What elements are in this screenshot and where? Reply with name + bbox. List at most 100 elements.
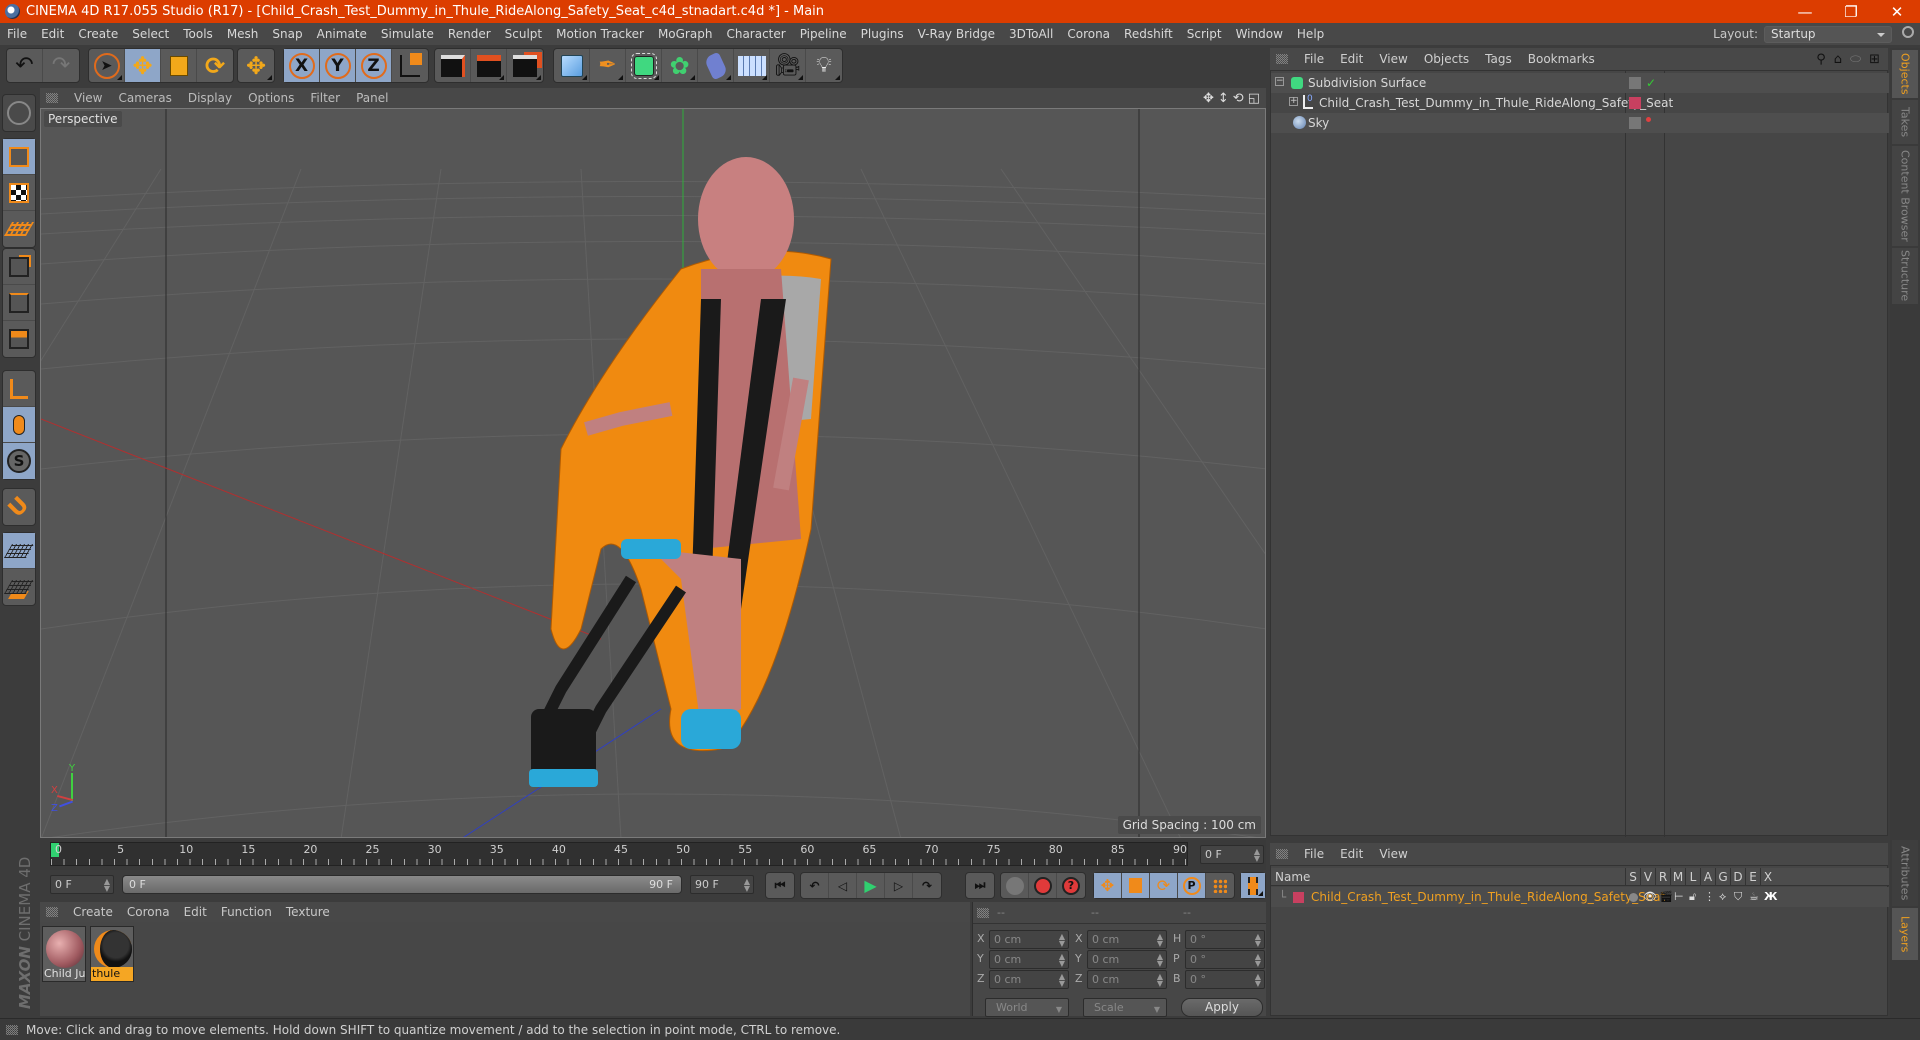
dolly-view-icon[interactable]: ↕	[1218, 91, 1229, 106]
texture-mode-button[interactable]	[3, 175, 35, 211]
object-menu-file[interactable]: File	[1296, 52, 1332, 66]
orbit-view-icon[interactable]: ⟲	[1233, 91, 1244, 106]
key-parameter-button[interactable]: P	[1178, 873, 1206, 898]
coordinate-field[interactable]: 0 cm ▲ ▼	[1087, 950, 1167, 969]
snap-button[interactable]: U	[3, 489, 35, 525]
spinner-icon[interactable]: ▲ ▼	[1255, 953, 1261, 968]
coordinate-field[interactable]: 0 cm ▲ ▼	[1087, 970, 1167, 989]
restore-button[interactable]: ❐	[1828, 0, 1874, 23]
solo-dot-icon[interactable]	[1629, 893, 1638, 902]
menu-redshift[interactable]: Redshift	[1117, 27, 1180, 41]
tab-objects[interactable]: Objects	[1892, 50, 1918, 98]
coordinate-field[interactable]: 0 cm ▲ ▼	[989, 950, 1069, 969]
edges-mode-button[interactable]	[3, 285, 35, 321]
light-button[interactable]: 💡︎	[806, 49, 842, 82]
coordinate-mode-dropdown[interactable]: Scale ▼	[1083, 998, 1167, 1017]
eye-toggle-icon[interactable]: ⬭	[1850, 52, 1861, 67]
floor-button[interactable]	[734, 49, 770, 82]
toggle-layout-icon[interactable]: ◱	[1248, 91, 1260, 106]
next-frame-button[interactable]: ▷	[885, 873, 913, 898]
menu-render[interactable]: Render	[441, 27, 498, 41]
layer-row[interactable]: └ Child_Crash_Test_Dummy_in_Thule_RideAl…	[1271, 887, 1889, 907]
menu-file[interactable]: File	[0, 27, 34, 41]
object-menu-view[interactable]: View	[1371, 52, 1415, 66]
column-deformers[interactable]: D	[1730, 868, 1745, 886]
coordinate-field[interactable]: 0 cm ▲ ▼	[989, 930, 1069, 949]
layer-menu-view[interactable]: View	[1371, 847, 1415, 861]
key-pla-button[interactable]	[1206, 873, 1234, 898]
tab-content-browser[interactable]: Content Browser	[1892, 146, 1918, 246]
coordinate-field[interactable]: 0 cm ▲ ▼	[1087, 930, 1167, 949]
close-button[interactable]: ✕	[1874, 0, 1920, 23]
viewport-menu-options[interactable]: Options	[240, 91, 302, 105]
menu-mesh[interactable]: Mesh	[220, 27, 266, 41]
record-button[interactable]	[1029, 873, 1057, 898]
apply-button[interactable]: Apply	[1181, 998, 1263, 1017]
spinner-icon[interactable]: ▲ ▼	[1157, 933, 1163, 948]
y-axis-button[interactable]: Y	[320, 49, 356, 82]
panel-grip-icon[interactable]	[46, 907, 58, 917]
pen-spline-button[interactable]: ✒	[590, 49, 626, 82]
viewport-menu-panel[interactable]: Panel	[348, 91, 396, 105]
model-mode-button[interactable]	[3, 139, 35, 175]
render-picture-viewer-button[interactable]	[471, 49, 507, 82]
menu-pipeline[interactable]: Pipeline	[793, 27, 854, 41]
tab-layers[interactable]: Layers	[1892, 908, 1918, 960]
object-menu-edit[interactable]: Edit	[1332, 52, 1371, 66]
layer-tag-icon[interactable]	[1629, 77, 1641, 89]
unlock-icon[interactable]: 🔓︎	[1689, 887, 1696, 907]
render-clapper-icon[interactable]: 🎬︎	[1659, 887, 1673, 907]
material-menu-corona[interactable]: Corona	[120, 905, 177, 919]
search-icon[interactable]: ⚲	[1816, 52, 1826, 67]
column-expressions[interactable]: E	[1745, 868, 1760, 886]
rotate-tool-button[interactable]: ⟳	[197, 49, 233, 82]
column-manager[interactable]: M	[1670, 868, 1685, 886]
menu-create[interactable]: Create	[71, 27, 125, 41]
spinner-icon[interactable]: ▲ ▼	[104, 878, 110, 893]
menu-mograph[interactable]: MoGraph	[651, 27, 720, 41]
layout-dropdown[interactable]: Startup	[1764, 25, 1892, 43]
coordinate-space-dropdown[interactable]: World ▼	[985, 998, 1069, 1017]
layer-tag-icon[interactable]	[1629, 117, 1641, 129]
object-menu-bookmarks[interactable]: Bookmarks	[1520, 52, 1603, 66]
timeline-ruler[interactable]: 0 5 10 15 20 25 30 35 40 45 50 55 60 65 70 75 80 85 90	[50, 842, 1188, 866]
key-rotation-button[interactable]: ⟳	[1150, 873, 1178, 898]
viewport-menu-display[interactable]: Display	[180, 91, 240, 105]
material-thule[interactable]: thule	[90, 926, 134, 982]
animation-icon[interactable]: ⋮	[1704, 887, 1715, 907]
workplane-mode-button[interactable]	[3, 211, 35, 247]
prev-key-button[interactable]: ↶	[801, 873, 829, 898]
visible-eye-icon[interactable]: 👁︎	[1643, 887, 1657, 907]
menu-window[interactable]: Window	[1229, 27, 1290, 41]
menu-edit[interactable]: Edit	[34, 27, 71, 41]
viewport-menu-view[interactable]: View	[66, 91, 110, 105]
autokey-button[interactable]: ?	[1057, 873, 1085, 898]
spinner-icon[interactable]: ▲ ▼	[1255, 933, 1261, 948]
record-motion-button[interactable]	[1001, 873, 1029, 898]
material-menu-function[interactable]: Function	[214, 905, 279, 919]
spinner-icon[interactable]: ▲ ▼	[1254, 848, 1260, 863]
render-settings-button[interactable]	[507, 49, 543, 82]
coordinate-field[interactable]: 0 cm ▲ ▼	[989, 970, 1069, 989]
material-menu-texture[interactable]: Texture	[279, 905, 337, 919]
tab-takes[interactable]: Takes	[1892, 100, 1918, 144]
cube-button[interactable]	[554, 49, 590, 82]
object-row-sky[interactable]: Sky	[1271, 113, 1889, 133]
expand-icon[interactable]: +	[1289, 97, 1298, 106]
lock-workplane-button[interactable]	[3, 533, 35, 569]
redo-button[interactable]: ↷	[43, 49, 79, 82]
transform-tool-button[interactable]: ✥	[238, 49, 274, 82]
menu-animate[interactable]: Animate	[310, 27, 374, 41]
frame-range-slider[interactable]: 0 F 90 F	[122, 875, 682, 894]
start-frame-field[interactable]: 0 F ▲ ▼	[50, 875, 114, 894]
viewport-menu-filter[interactable]: Filter	[302, 91, 348, 105]
z-axis-button[interactable]: Z	[356, 49, 392, 82]
spinner-icon[interactable]: ▲ ▼	[1059, 953, 1065, 968]
home-icon[interactable]: ⌂	[1834, 52, 1842, 67]
x-axis-button[interactable]: X	[284, 49, 320, 82]
align-workplane-button[interactable]	[3, 569, 35, 605]
key-position-button[interactable]: ✥	[1094, 873, 1122, 898]
layer-color-swatch[interactable]	[1629, 97, 1641, 109]
coordinate-field[interactable]: 0 ° ▲ ▼	[1185, 930, 1265, 949]
spinner-icon[interactable]: ▲ ▼	[1157, 973, 1163, 988]
